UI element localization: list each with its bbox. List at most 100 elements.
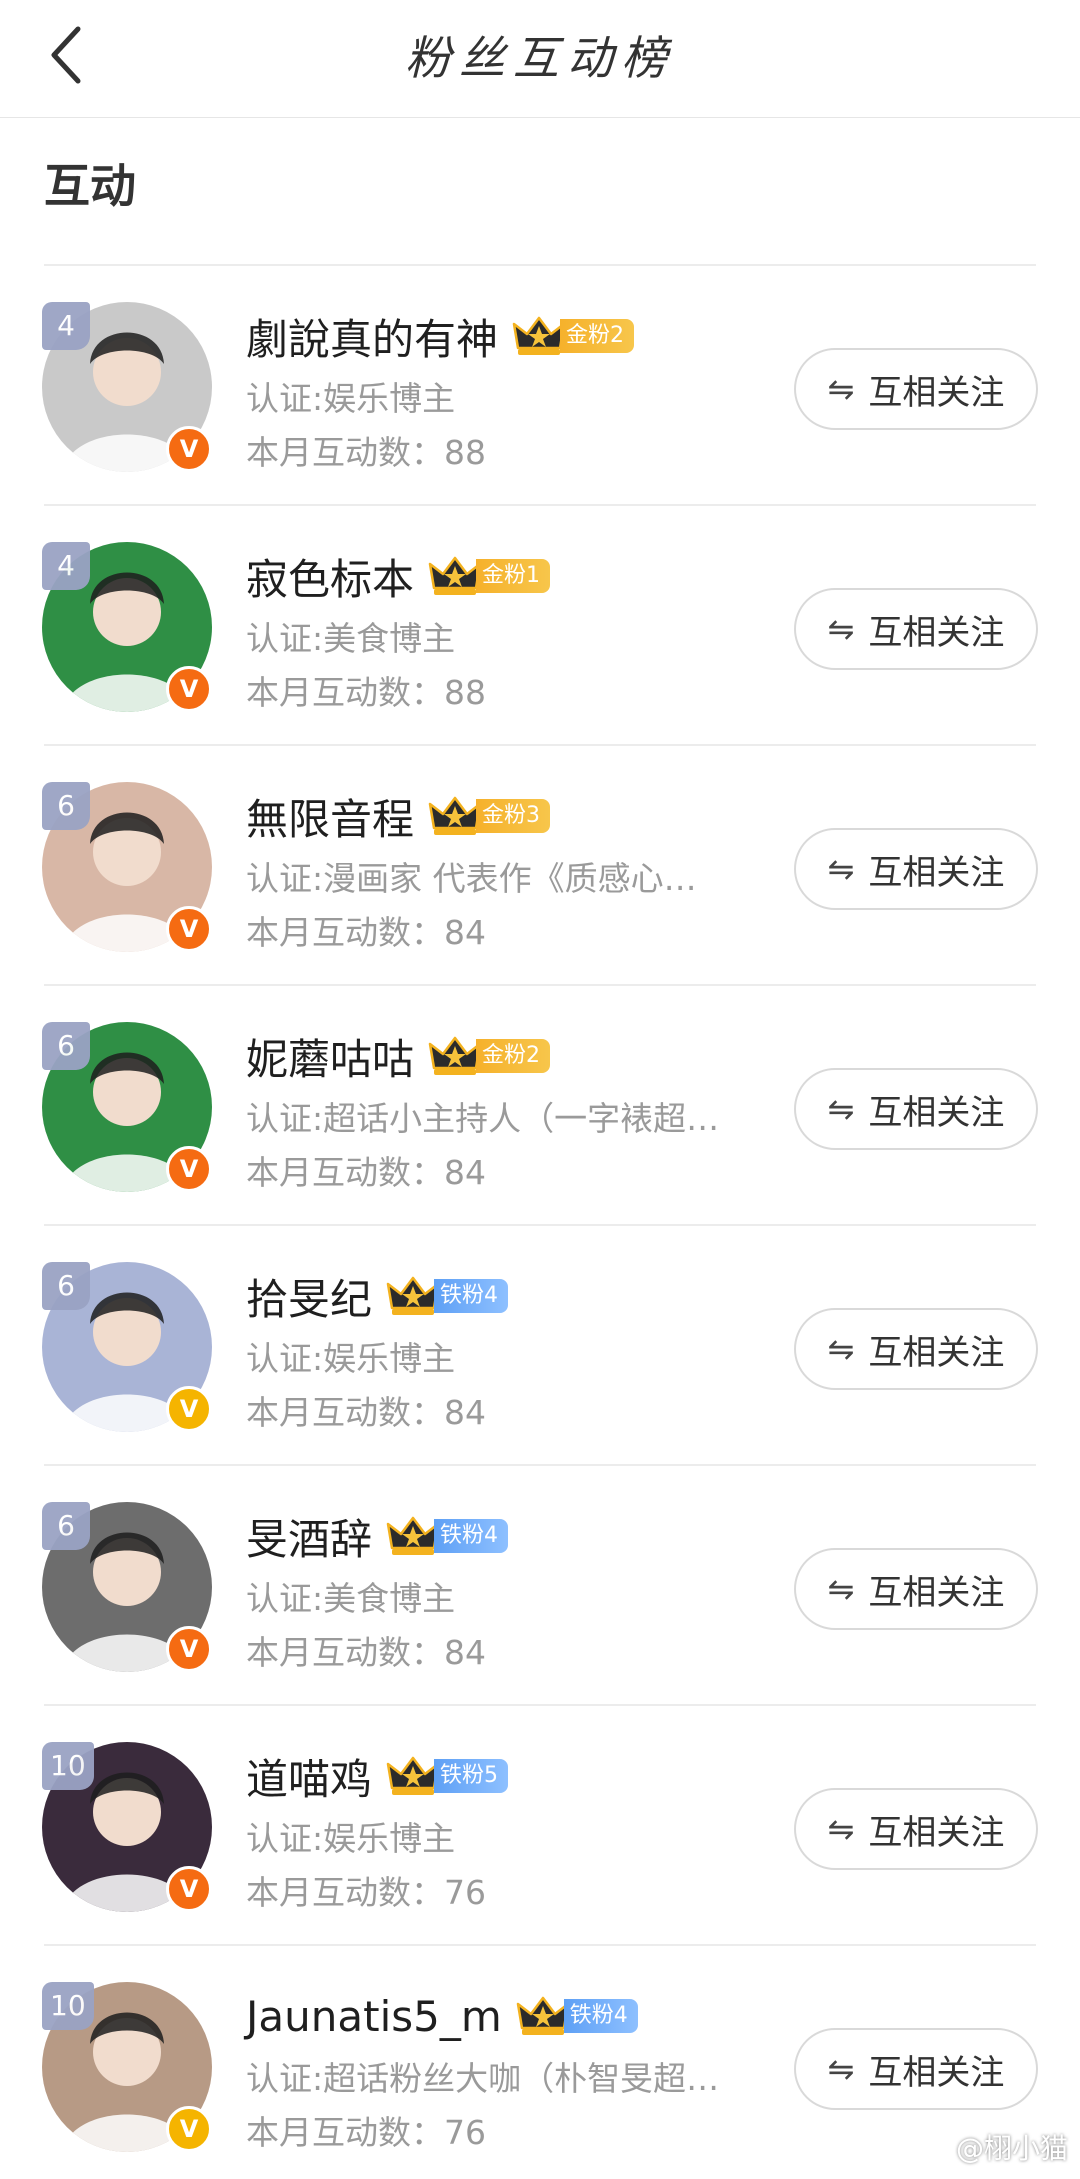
rank-badge: 6	[42, 1022, 90, 1070]
list-item[interactable]: 10 V 道喵鸡 铁粉5 认证:娱乐博主 本月互动数：76 ⇋ 互相关注	[0, 1706, 1080, 1946]
fan-level-label: 铁粉4	[434, 1279, 509, 1313]
rank-badge: 6	[42, 1502, 90, 1550]
mutual-follow-button[interactable]: ⇋ 互相关注	[794, 828, 1038, 910]
mutual-follow-button[interactable]: ⇋ 互相关注	[794, 588, 1038, 670]
mutual-follow-label: 互相关注	[868, 1092, 1005, 1133]
rank-badge: 4	[42, 542, 90, 590]
fan-badge: 铁粉4	[386, 1276, 509, 1316]
certification-text: 认证:娱乐博主	[246, 1339, 456, 1378]
verified-icon: V	[166, 1626, 212, 1672]
fan-badge: 金粉3	[428, 796, 551, 836]
list-item[interactable]: 4 V 劇說真的有神 金粉2 认证:娱乐博主 本月互动数：88 ⇋ 互相关注	[0, 266, 1080, 506]
verified-icon: V	[166, 906, 212, 952]
interaction-count: 本月互动数：84	[246, 1633, 486, 1672]
verified-icon: V	[166, 666, 212, 712]
fan-level-label: 铁粉5	[434, 1759, 509, 1793]
crown-icon	[428, 796, 482, 835]
mutual-follow-button[interactable]: ⇋ 互相关注	[794, 1308, 1038, 1390]
mutual-follow-icon: ⇋	[827, 1330, 855, 1368]
mutual-follow-icon: ⇋	[827, 2050, 855, 2088]
mutual-follow-icon: ⇋	[827, 610, 855, 648]
rank-badge: 10	[42, 1982, 94, 2030]
interaction-count: 本月互动数：84	[246, 913, 486, 952]
mutual-follow-icon: ⇋	[827, 1090, 855, 1128]
interaction-count: 本月互动数：88	[246, 673, 486, 712]
fan-badge: 铁粉5	[386, 1756, 509, 1796]
certification-text: 认证:漫画家 代表作《质感心…	[246, 859, 697, 898]
top-bar: 粉丝互动榜	[0, 0, 1080, 118]
mutual-follow-label: 互相关注	[868, 1332, 1005, 1373]
mutual-follow-button[interactable]: ⇋ 互相关注	[794, 2028, 1038, 2110]
mutual-follow-button[interactable]: ⇋ 互相关注	[794, 1788, 1038, 1870]
mutual-follow-icon: ⇋	[827, 1810, 855, 1848]
mutual-follow-icon: ⇋	[827, 1570, 855, 1608]
watermark: @栩小猫	[916, 2127, 1068, 2167]
certification-text: 认证:美食博主	[246, 1579, 456, 1618]
certification-text: 认证:超话粉丝大咖（朴智旻超…	[246, 2059, 720, 2098]
certification-text: 认证:娱乐博主	[246, 379, 456, 418]
section-title: 互动	[44, 159, 136, 213]
interaction-count: 本月互动数：84	[246, 1153, 486, 1192]
list-item[interactable]: 6 V 旻酒辞 铁粉4 认证:美食博主 本月互动数：84 ⇋ 互相关注	[0, 1466, 1080, 1706]
certification-text: 认证:娱乐博主	[246, 1819, 456, 1858]
interaction-count: 本月互动数：76	[246, 1873, 486, 1912]
user-name[interactable]: 妮蘑咕咕	[246, 1026, 414, 1087]
fan-level-label: 铁粉4	[563, 1999, 638, 2033]
crown-icon	[512, 316, 566, 355]
fan-level-label: 金粉3	[476, 799, 551, 833]
verified-icon: V	[166, 1386, 212, 1432]
verified-icon: V	[166, 2106, 212, 2152]
page-title: 粉丝互动榜	[405, 31, 675, 85]
fan-level-label: 铁粉4	[434, 1519, 509, 1553]
rank-badge: 10	[42, 1742, 94, 1790]
rank-badge: 4	[42, 302, 90, 350]
rank-badge: 6	[42, 782, 90, 830]
fan-list: 4 V 劇說真的有神 金粉2 认证:娱乐博主 本月互动数：88 ⇋ 互相关注 4…	[0, 266, 1080, 2179]
fan-badge: 金粉2	[512, 316, 635, 356]
mutual-follow-label: 互相关注	[868, 612, 1005, 653]
watermark-text: @栩小猫	[955, 2132, 1068, 2165]
certification-text: 认证:美食博主	[246, 619, 456, 658]
mutual-follow-button[interactable]: ⇋ 互相关注	[794, 1548, 1038, 1630]
mutual-follow-button[interactable]: ⇋ 互相关注	[794, 348, 1038, 430]
fan-badge: 金粉1	[428, 556, 551, 596]
fan-level-label: 金粉1	[476, 559, 551, 593]
rank-badge: 6	[42, 1262, 90, 1310]
crown-icon	[516, 1996, 570, 2035]
fan-level-label: 金粉2	[476, 1039, 551, 1073]
fan-badge: 金粉2	[428, 1036, 551, 1076]
weibo-icon	[916, 2135, 949, 2161]
user-name[interactable]: 旻酒辞	[246, 1506, 372, 1567]
certification-text: 认证:超话小主持人（一字裱超…	[246, 1099, 720, 1138]
list-item[interactable]: 4 V 寂色标本 金粉1 认证:美食博主 本月互动数：88 ⇋ 互相关注	[0, 506, 1080, 746]
mutual-follow-label: 互相关注	[868, 372, 1005, 413]
interaction-count: 本月互动数：76	[246, 2113, 486, 2152]
user-name[interactable]: Jaunatis5_m	[246, 1992, 502, 2041]
crown-icon	[386, 1516, 440, 1555]
interaction-count: 本月互动数：88	[246, 433, 486, 472]
mutual-follow-label: 互相关注	[868, 2052, 1005, 2093]
mutual-follow-label: 互相关注	[868, 1812, 1005, 1853]
list-item[interactable]: 6 V 拾旻纪 铁粉4 认证:娱乐博主 本月互动数：84 ⇋ 互相关注	[0, 1226, 1080, 1466]
verified-icon: V	[166, 1866, 212, 1912]
mutual-follow-icon: ⇋	[827, 370, 855, 408]
user-name[interactable]: 劇說真的有神	[246, 306, 498, 367]
user-name[interactable]: 道喵鸡	[246, 1746, 372, 1807]
mutual-follow-button[interactable]: ⇋ 互相关注	[794, 1068, 1038, 1150]
mutual-follow-label: 互相关注	[868, 1572, 1005, 1613]
list-item[interactable]: 6 V 無限音程 金粉3 认证:漫画家 代表作《质感心… 本月互动数：84 ⇋ …	[0, 746, 1080, 986]
user-name[interactable]: 拾旻纪	[246, 1266, 372, 1327]
verified-icon: V	[166, 426, 212, 472]
list-item[interactable]: 6 V 妮蘑咕咕 金粉2 认证:超话小主持人（一字裱超… 本月互动数：84 ⇋ …	[0, 986, 1080, 1226]
user-name[interactable]: 無限音程	[246, 786, 414, 847]
crown-icon	[386, 1756, 440, 1795]
verified-icon: V	[166, 1146, 212, 1192]
crown-icon	[386, 1276, 440, 1315]
user-name[interactable]: 寂色标本	[246, 546, 414, 607]
crown-icon	[428, 556, 482, 595]
fan-level-label: 金粉2	[560, 319, 635, 353]
interaction-count: 本月互动数：84	[246, 1393, 486, 1432]
fan-badge: 铁粉4	[516, 1996, 638, 2036]
fan-badge: 铁粉4	[386, 1516, 509, 1556]
mutual-follow-label: 互相关注	[868, 852, 1005, 893]
